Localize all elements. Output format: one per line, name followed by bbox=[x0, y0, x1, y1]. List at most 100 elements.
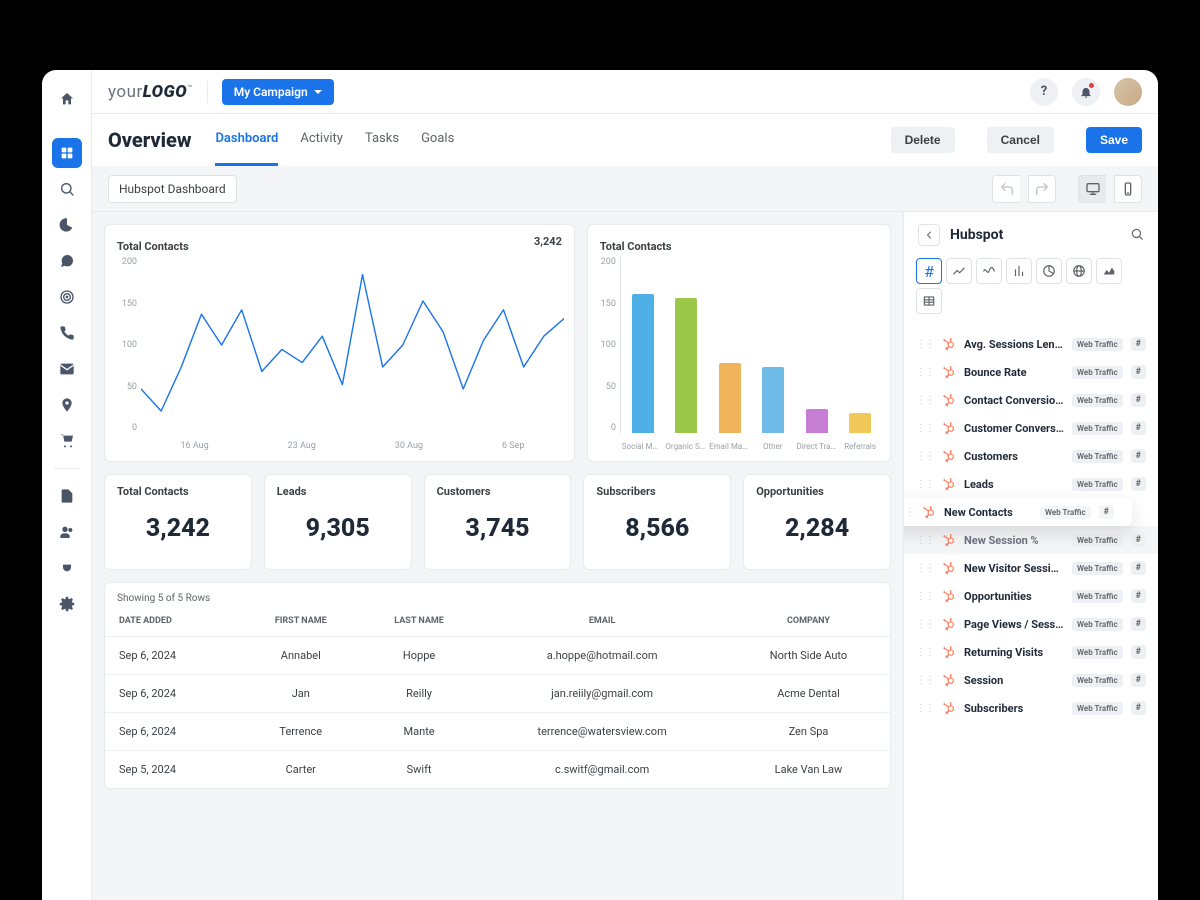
cart-icon[interactable] bbox=[52, 426, 82, 456]
users-icon[interactable] bbox=[52, 517, 82, 547]
mobile-view-button[interactable] bbox=[1114, 175, 1142, 203]
stat-card-1[interactable]: Leads9,305 bbox=[264, 474, 412, 570]
tab-activity[interactable]: Activity bbox=[300, 114, 343, 166]
file-icon[interactable] bbox=[52, 481, 82, 511]
drag-handle-icon[interactable]: ⋮⋮ bbox=[904, 507, 914, 518]
drag-handle-icon[interactable]: ⋮⋮ bbox=[916, 535, 934, 546]
desktop-view-button[interactable] bbox=[1078, 175, 1106, 203]
type-table-icon[interactable] bbox=[916, 288, 942, 314]
drag-handle-icon[interactable]: ⋮⋮ bbox=[916, 367, 934, 378]
metric-item[interactable]: ⋮⋮Bounce RateWeb Traffic# bbox=[904, 358, 1158, 386]
stat-card-2[interactable]: Customers3,745 bbox=[424, 474, 572, 570]
metric-item[interactable]: ⋮⋮New Visitor SessionsWeb Traffic# bbox=[904, 554, 1158, 582]
table-header[interactable]: EMAIL bbox=[477, 610, 727, 637]
hubspot-icon bbox=[942, 701, 956, 715]
stat-card-3[interactable]: Subscribers8,566 bbox=[583, 474, 731, 570]
panel-search-icon[interactable] bbox=[1130, 226, 1144, 245]
hubspot-icon bbox=[942, 561, 956, 575]
metric-item[interactable]: ⋮⋮LeadsWeb Traffic# bbox=[904, 470, 1158, 498]
table-row[interactable]: Sep 6, 2024AnnabelHoppea.hoppe@hotmail.c… bbox=[105, 637, 890, 675]
home-icon[interactable] bbox=[52, 84, 82, 114]
table-row[interactable]: Sep 5, 2024CarterSwiftc.switf@gmail.comL… bbox=[105, 751, 890, 789]
type-pie-icon[interactable] bbox=[1036, 258, 1062, 284]
metric-item[interactable]: ⋮⋮Customer Conversion RateWeb Traffic# bbox=[904, 414, 1158, 442]
metric-item[interactable]: ⋮⋮SessionWeb Traffic# bbox=[904, 666, 1158, 694]
chat-icon[interactable] bbox=[52, 246, 82, 276]
tab-goals[interactable]: Goals bbox=[421, 114, 454, 166]
cancel-button[interactable]: Cancel bbox=[987, 127, 1054, 153]
hubspot-icon bbox=[942, 673, 956, 687]
table-header[interactable]: COMPANY bbox=[727, 610, 890, 637]
mail-icon[interactable] bbox=[52, 354, 82, 384]
metric-item[interactable]: ⋮⋮Page Views / SessionWeb Traffic# bbox=[904, 610, 1158, 638]
drag-handle-icon[interactable]: ⋮⋮ bbox=[916, 647, 934, 658]
type-wave-icon[interactable] bbox=[976, 258, 1002, 284]
drag-handle-icon[interactable]: ⋮⋮ bbox=[916, 675, 934, 686]
type-number-icon[interactable]: # bbox=[916, 258, 942, 284]
metric-item[interactable]: ⋮⋮Contact Conversion RateWeb Traffic# bbox=[904, 386, 1158, 414]
campaign-dropdown[interactable]: My Campaign bbox=[222, 79, 334, 105]
metric-item[interactable]: ⋮⋮New ContactsWeb Traffic# bbox=[904, 498, 1132, 526]
type-area-icon[interactable] bbox=[1096, 258, 1122, 284]
bar-1[interactable] bbox=[675, 298, 697, 433]
metric-item[interactable]: ⋮⋮New Session %Web Traffic# bbox=[904, 526, 1158, 554]
metric-item[interactable]: ⋮⋮Returning VisitsWeb Traffic# bbox=[904, 638, 1158, 666]
save-button[interactable]: Save bbox=[1086, 127, 1142, 153]
table-row[interactable]: Sep 6, 2024TerrenceManteterrence@watersv… bbox=[105, 713, 890, 751]
table-header[interactable]: LAST NAME bbox=[361, 610, 477, 637]
drag-handle-icon[interactable]: ⋮⋮ bbox=[916, 395, 934, 406]
drag-handle-icon[interactable]: ⋮⋮ bbox=[916, 451, 934, 462]
metric-type: # bbox=[1131, 701, 1146, 715]
drag-handle-icon[interactable]: ⋮⋮ bbox=[916, 563, 934, 574]
drag-handle-icon[interactable]: ⋮⋮ bbox=[916, 703, 934, 714]
type-bar-icon[interactable] bbox=[1006, 258, 1032, 284]
bar-4[interactable] bbox=[806, 409, 828, 433]
stat-card-4[interactable]: Opportunities2,284 bbox=[743, 474, 891, 570]
drag-handle-icon[interactable]: ⋮⋮ bbox=[916, 339, 934, 350]
topbar: yourLOGO™ My Campaign ? bbox=[92, 70, 1158, 114]
target-icon[interactable] bbox=[52, 282, 82, 312]
type-globe-icon[interactable] bbox=[1066, 258, 1092, 284]
bar-chart-card[interactable]: Total Contacts 200150100500 Social Media… bbox=[587, 224, 891, 462]
delete-button[interactable]: Delete bbox=[891, 127, 955, 153]
user-avatar[interactable] bbox=[1114, 78, 1142, 106]
metric-type: # bbox=[1099, 505, 1114, 519]
dashboard-icon[interactable] bbox=[52, 138, 82, 168]
drag-handle-icon[interactable]: ⋮⋮ bbox=[916, 619, 934, 630]
back-button[interactable] bbox=[918, 224, 940, 246]
pie-chart-icon[interactable] bbox=[52, 210, 82, 240]
undo-button[interactable] bbox=[992, 175, 1020, 203]
search-icon[interactable] bbox=[52, 174, 82, 204]
metric-name: Subscribers bbox=[964, 702, 1064, 715]
notifications-button[interactable] bbox=[1072, 78, 1100, 106]
location-icon[interactable] bbox=[52, 390, 82, 420]
drag-handle-icon[interactable]: ⋮⋮ bbox=[916, 591, 934, 602]
bar-3[interactable] bbox=[762, 367, 784, 433]
tab-dashboard[interactable]: Dashboard bbox=[215, 114, 278, 166]
metrics-list: ⋮⋮Avg. Sessions LengthWeb Traffic#⋮⋮Boun… bbox=[904, 326, 1158, 900]
help-button[interactable]: ? bbox=[1030, 78, 1058, 106]
line-chart-card[interactable]: Total Contacts 3,242 200150100500 16 Aug… bbox=[104, 224, 575, 462]
metric-item[interactable]: ⋮⋮CustomersWeb Traffic# bbox=[904, 442, 1158, 470]
settings-icon[interactable] bbox=[52, 589, 82, 619]
bar-0[interactable] bbox=[632, 294, 654, 433]
dashboard-name-input[interactable]: Hubspot Dashboard bbox=[108, 175, 237, 203]
tab-tasks[interactable]: Tasks bbox=[365, 114, 399, 166]
metric-item[interactable]: ⋮⋮SubscribersWeb Traffic# bbox=[904, 694, 1158, 722]
stat-card-0[interactable]: Total Contacts3,242 bbox=[104, 474, 252, 570]
drag-handle-icon[interactable]: ⋮⋮ bbox=[916, 423, 934, 434]
table-header[interactable]: FIRST NAME bbox=[241, 610, 361, 637]
metric-item[interactable]: ⋮⋮OpportunitiesWeb Traffic# bbox=[904, 582, 1158, 610]
table-row[interactable]: Sep 6, 2024JanReillyjan.reiily@gmail.com… bbox=[105, 675, 890, 713]
plug-icon[interactable] bbox=[52, 553, 82, 583]
metric-name: New Visitor Sessions bbox=[964, 562, 1064, 575]
table-header[interactable]: DATE ADDED bbox=[105, 610, 241, 637]
bar-2[interactable] bbox=[719, 363, 741, 433]
bar-5[interactable] bbox=[849, 413, 871, 433]
metric-item[interactable]: ⋮⋮Avg. Sessions LengthWeb Traffic# bbox=[904, 330, 1158, 358]
toolbar: Hubspot Dashboard bbox=[92, 166, 1158, 212]
redo-button[interactable] bbox=[1028, 175, 1056, 203]
phone-icon[interactable] bbox=[52, 318, 82, 348]
type-line-icon[interactable] bbox=[946, 258, 972, 284]
drag-handle-icon[interactable]: ⋮⋮ bbox=[916, 479, 934, 490]
